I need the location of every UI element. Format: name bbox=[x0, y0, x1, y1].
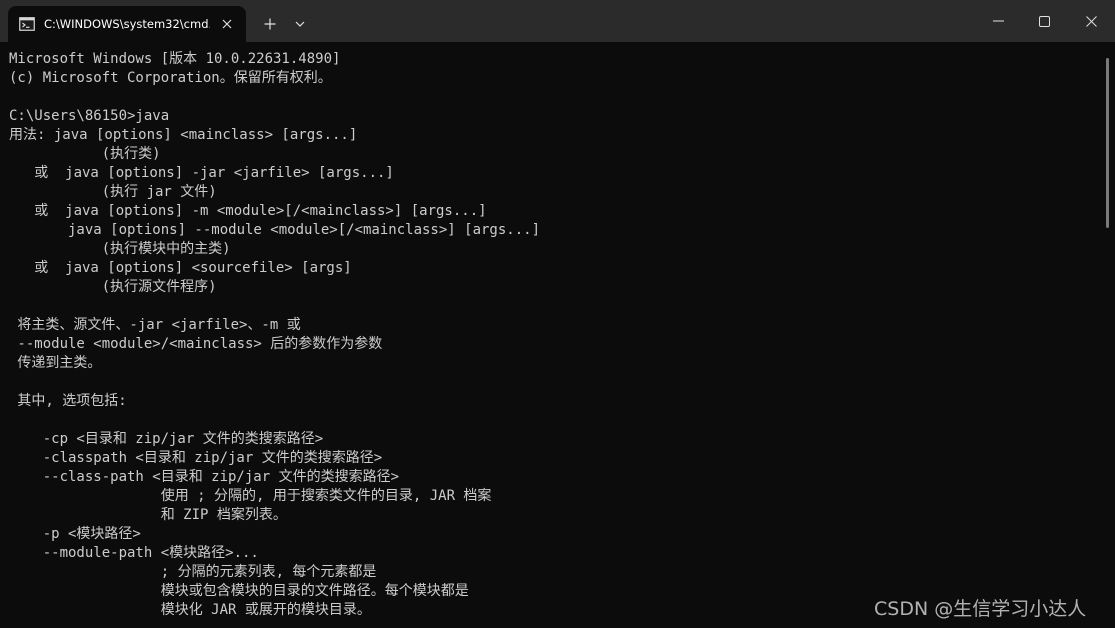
console-line: 或 java [options] -jar <jarfile> [args...… bbox=[9, 165, 394, 181]
watermark: CSDN @生信学习小达人 bbox=[874, 598, 1087, 620]
console-line: 使用 ; 分隔的, 用于搜索类文件的目录, JAR 档案 bbox=[9, 488, 492, 504]
console-line: Microsoft Windows [版本 10.0.22631.4890] bbox=[9, 51, 341, 67]
console-line: 或 java [options] <sourcefile> [args] bbox=[9, 260, 352, 276]
close-window-button[interactable] bbox=[1067, 0, 1115, 42]
console-line: 和 ZIP 档案列表。 bbox=[9, 507, 287, 523]
console-line: 将主类、源文件、-jar <jarfile>、-m 或 bbox=[9, 317, 301, 333]
console-line: 用法: java [options] <mainclass> [args...] bbox=[9, 127, 358, 143]
terminal-icon bbox=[18, 15, 36, 33]
minimize-icon bbox=[992, 20, 1004, 22]
title-bar[interactable]: C:\WINDOWS\system32\cmd. bbox=[0, 0, 1115, 42]
terminal-window: C:\WINDOWS\system32\cmd. Microsoft Windo… bbox=[0, 0, 1115, 628]
close-icon bbox=[1085, 15, 1097, 27]
plus-icon[interactable] bbox=[258, 12, 282, 36]
console-line: 模块化 JAR 或展开的模块目录。 bbox=[9, 602, 371, 618]
console-line: 或 java [options] -m <module>[/<mainclass… bbox=[9, 203, 487, 219]
console-line: -p <模块路径> bbox=[9, 526, 141, 542]
tab-title: C:\WINDOWS\system32\cmd. bbox=[44, 17, 210, 31]
console-line: (c) Microsoft Corporation。保留所有权利。 bbox=[9, 70, 332, 86]
vertical-scrollbar[interactable] bbox=[1102, 42, 1115, 628]
maximize-icon bbox=[1038, 15, 1050, 27]
console-lines: Microsoft Windows [版本 10.0.22631.4890] (… bbox=[9, 50, 540, 620]
console-line: -classpath <目录和 zip/jar 文件的类搜索路径> bbox=[9, 450, 383, 466]
console-line: 其中, 选项包括: bbox=[9, 393, 127, 409]
console-line: (执行源文件程序) bbox=[9, 279, 217, 295]
console-line: --class-path <目录和 zip/jar 文件的类搜索路径> bbox=[9, 469, 400, 485]
console-line: C:\Users\86150>java bbox=[9, 108, 170, 124]
console-line: (执行模块中的主类) bbox=[9, 241, 231, 257]
console-line: --module-path <模块路径>... bbox=[9, 545, 259, 561]
console-line: 传递到主类。 bbox=[9, 355, 102, 371]
maximize-button[interactable] bbox=[1021, 0, 1067, 42]
close-icon[interactable] bbox=[218, 15, 236, 33]
console-line: --module <module>/<mainclass> 后的参数作为参数 bbox=[9, 336, 383, 352]
console-line: java [options] --module <module>[/<mainc… bbox=[9, 222, 541, 238]
console-output[interactable]: Microsoft Windows [版本 10.0.22631.4890] (… bbox=[0, 42, 1102, 628]
console-line: -cp <目录和 zip/jar 文件的类搜索路径> bbox=[9, 431, 324, 447]
chevron-down-icon[interactable] bbox=[288, 12, 312, 36]
console-line: 模块或包含模块的目录的文件路径。每个模块都是 bbox=[9, 583, 469, 599]
scrollbar-thumb[interactable] bbox=[1106, 58, 1109, 228]
console-line: ; 分隔的元素列表, 每个元素都是 bbox=[9, 564, 377, 580]
console-line: (执行 jar 文件) bbox=[9, 184, 217, 200]
console-line: (执行类) bbox=[9, 146, 161, 162]
tab-cmd[interactable]: C:\WINDOWS\system32\cmd. bbox=[8, 6, 246, 42]
minimize-button[interactable] bbox=[975, 0, 1021, 42]
